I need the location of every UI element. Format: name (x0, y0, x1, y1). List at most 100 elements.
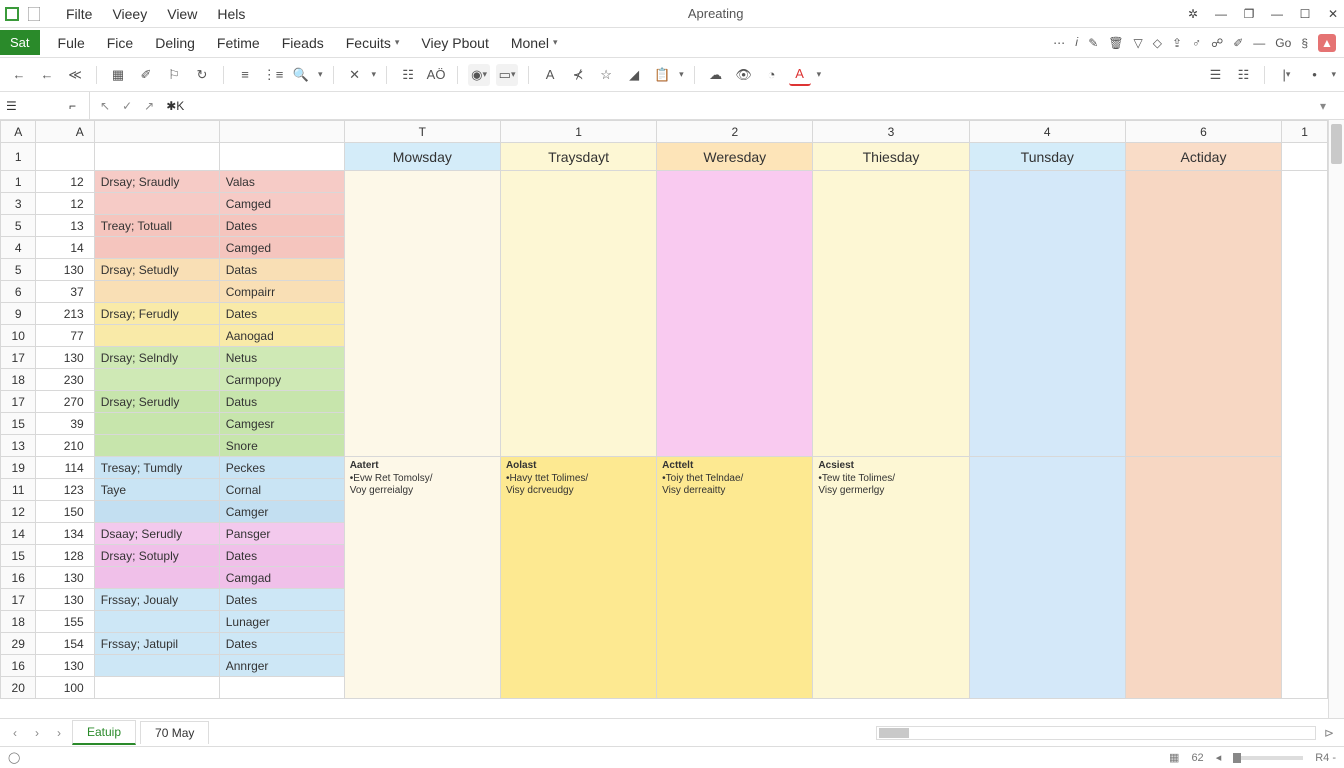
menu-view[interactable]: View (167, 6, 197, 22)
cell[interactable]: Dates (219, 215, 344, 237)
row-header[interactable]: 20 (1, 677, 36, 699)
cell[interactable]: 130 (36, 567, 94, 589)
row-header[interactable]: 5 (1, 259, 36, 281)
row-header[interactable]: 16 (1, 655, 36, 677)
row-header[interactable]: 17 (1, 589, 36, 611)
cell[interactable]: Dsaay; Serudly (94, 523, 219, 545)
cell[interactable]: Compairr (219, 281, 344, 303)
row-header[interactable]: 12 (1, 501, 36, 523)
cell[interactable] (94, 143, 219, 171)
fx-cancel-icon[interactable]: ↖ (100, 99, 110, 113)
rows-icon[interactable]: ☰ (1204, 64, 1226, 86)
fontcolor-icon[interactable]: A (789, 64, 811, 86)
col-header-t[interactable]: T (344, 121, 500, 143)
namebox-expand-icon[interactable]: ⌐ (69, 99, 83, 113)
cell[interactable]: Dates (219, 589, 344, 611)
tab-70may[interactable]: 70 May (140, 721, 209, 744)
cell[interactable]: 12 (36, 171, 94, 193)
cell[interactable]: Dates (219, 545, 344, 567)
row-header[interactable]: 15 (1, 413, 36, 435)
ribbon-fice[interactable]: Fice (107, 35, 133, 51)
col-header-2[interactable]: 2 (657, 121, 813, 143)
col-header-c[interactable] (219, 121, 344, 143)
shield-icon[interactable]: ▽ (1134, 36, 1143, 50)
cell[interactable]: 12 (36, 193, 94, 215)
col-header-rownum[interactable]: A (1, 121, 36, 143)
tab-last-icon[interactable]: › (50, 724, 68, 742)
cell[interactable]: Annrger (219, 655, 344, 677)
cols-icon[interactable]: ☷ (1232, 64, 1254, 86)
row-header[interactable]: 15 (1, 545, 36, 567)
cell[interactable] (94, 325, 219, 347)
ribbon-sat[interactable]: Sat (0, 30, 40, 55)
block-traysday[interactable] (500, 171, 656, 457)
tab-eatup[interactable]: Eatuip (72, 720, 136, 745)
row-header[interactable]: 14 (1, 523, 36, 545)
col-header-b[interactable] (94, 121, 219, 143)
ribbon-deling[interactable]: Deling (155, 35, 195, 51)
clear-icon[interactable]: ✕ (344, 64, 366, 86)
menu-help[interactable]: Hels (217, 6, 245, 22)
cell[interactable] (94, 237, 219, 259)
cell[interactable]: Camged (219, 193, 344, 215)
share-icon[interactable]: ☍ (1211, 36, 1223, 50)
cell[interactable]: Peckes (219, 457, 344, 479)
cell[interactable]: 77 (36, 325, 94, 347)
cell[interactable]: Drsay; Ferudly (94, 303, 219, 325)
cell[interactable]: 155 (36, 611, 94, 633)
more-icon[interactable]: ⋯ (1053, 36, 1065, 50)
menu-vieey[interactable]: Vieey (112, 6, 147, 22)
cell[interactable]: Tresay; Tumdly (94, 457, 219, 479)
day-traysday[interactable]: Traysdayt (500, 143, 656, 171)
cell[interactable]: Netus (219, 347, 344, 369)
note-2[interactable]: Aolast•Havy ttet Tolimes/Visy dcrveudgy (500, 457, 656, 699)
fx-accept-icon[interactable]: ✓ (122, 99, 132, 113)
block-weresday[interactable] (657, 171, 813, 457)
cell[interactable]: Camger (219, 501, 344, 523)
row-header[interactable]: 10 (1, 325, 36, 347)
pen-icon[interactable]: ✎ (1088, 36, 1098, 50)
paste-icon[interactable]: 📋 (651, 64, 673, 86)
cell[interactable]: 130 (36, 655, 94, 677)
eye-icon[interactable]: 👁 (733, 64, 755, 86)
block-mowsday[interactable] (344, 171, 500, 457)
cell[interactable]: 230 (36, 369, 94, 391)
block-tunsday[interactable] (969, 171, 1125, 457)
fx-input[interactable]: ✱K (166, 99, 184, 113)
bubble-icon[interactable]: ◔ (761, 64, 783, 86)
cell[interactable]: Drsay; Serudly (94, 391, 219, 413)
cell[interactable] (94, 413, 219, 435)
cell[interactable]: Cornal (219, 479, 344, 501)
zoom-out-icon[interactable]: ◂ (1216, 751, 1222, 764)
col-header-1r[interactable]: 1 (1282, 121, 1328, 143)
day-weresday[interactable]: Weresday (657, 143, 813, 171)
row-header[interactable]: 9 (1, 303, 36, 325)
fx-arrow-icon[interactable]: ↗ (144, 99, 154, 113)
cell[interactable]: Frssay; Joualy (94, 589, 219, 611)
cell[interactable] (1282, 171, 1328, 699)
cell[interactable] (94, 501, 219, 523)
note-4[interactable]: Acsiest•Tew tite Tolimes/Visy germerlgy (813, 457, 969, 699)
back-icon[interactable]: ← (8, 64, 30, 86)
vertical-scrollbar[interactable] (1328, 120, 1344, 718)
back2-icon[interactable]: ← (36, 64, 58, 86)
italic-icon[interactable]: 𝑖 (1075, 35, 1078, 50)
note-1[interactable]: Aatert•Evw Ret Tomolsy/Voy gerreialgy (344, 457, 500, 699)
cell[interactable]: 37 (36, 281, 94, 303)
cell[interactable] (94, 655, 219, 677)
tab-prev-icon[interactable]: ‹ (6, 724, 24, 742)
cell[interactable] (94, 567, 219, 589)
cell[interactable]: 39 (36, 413, 94, 435)
row-header[interactable]: 11 (1, 479, 36, 501)
zoom-slider[interactable] (1233, 756, 1303, 760)
cloud-icon[interactable]: ☁ (705, 64, 727, 86)
minimize-icon[interactable]: — (1270, 7, 1284, 21)
ribbon-monel[interactable]: Monel ▾ (511, 35, 558, 51)
grid-icon[interactable]: ▦ (107, 64, 129, 86)
row-header[interactable]: 16 (1, 567, 36, 589)
flag-icon[interactable]: ⚐ (163, 64, 185, 86)
fx-expand-icon[interactable]: ▾ (1320, 99, 1334, 113)
dot-icon[interactable]: • (1303, 64, 1325, 86)
user-icon[interactable]: ▲ (1318, 34, 1336, 52)
row-header[interactable]: 3 (1, 193, 36, 215)
